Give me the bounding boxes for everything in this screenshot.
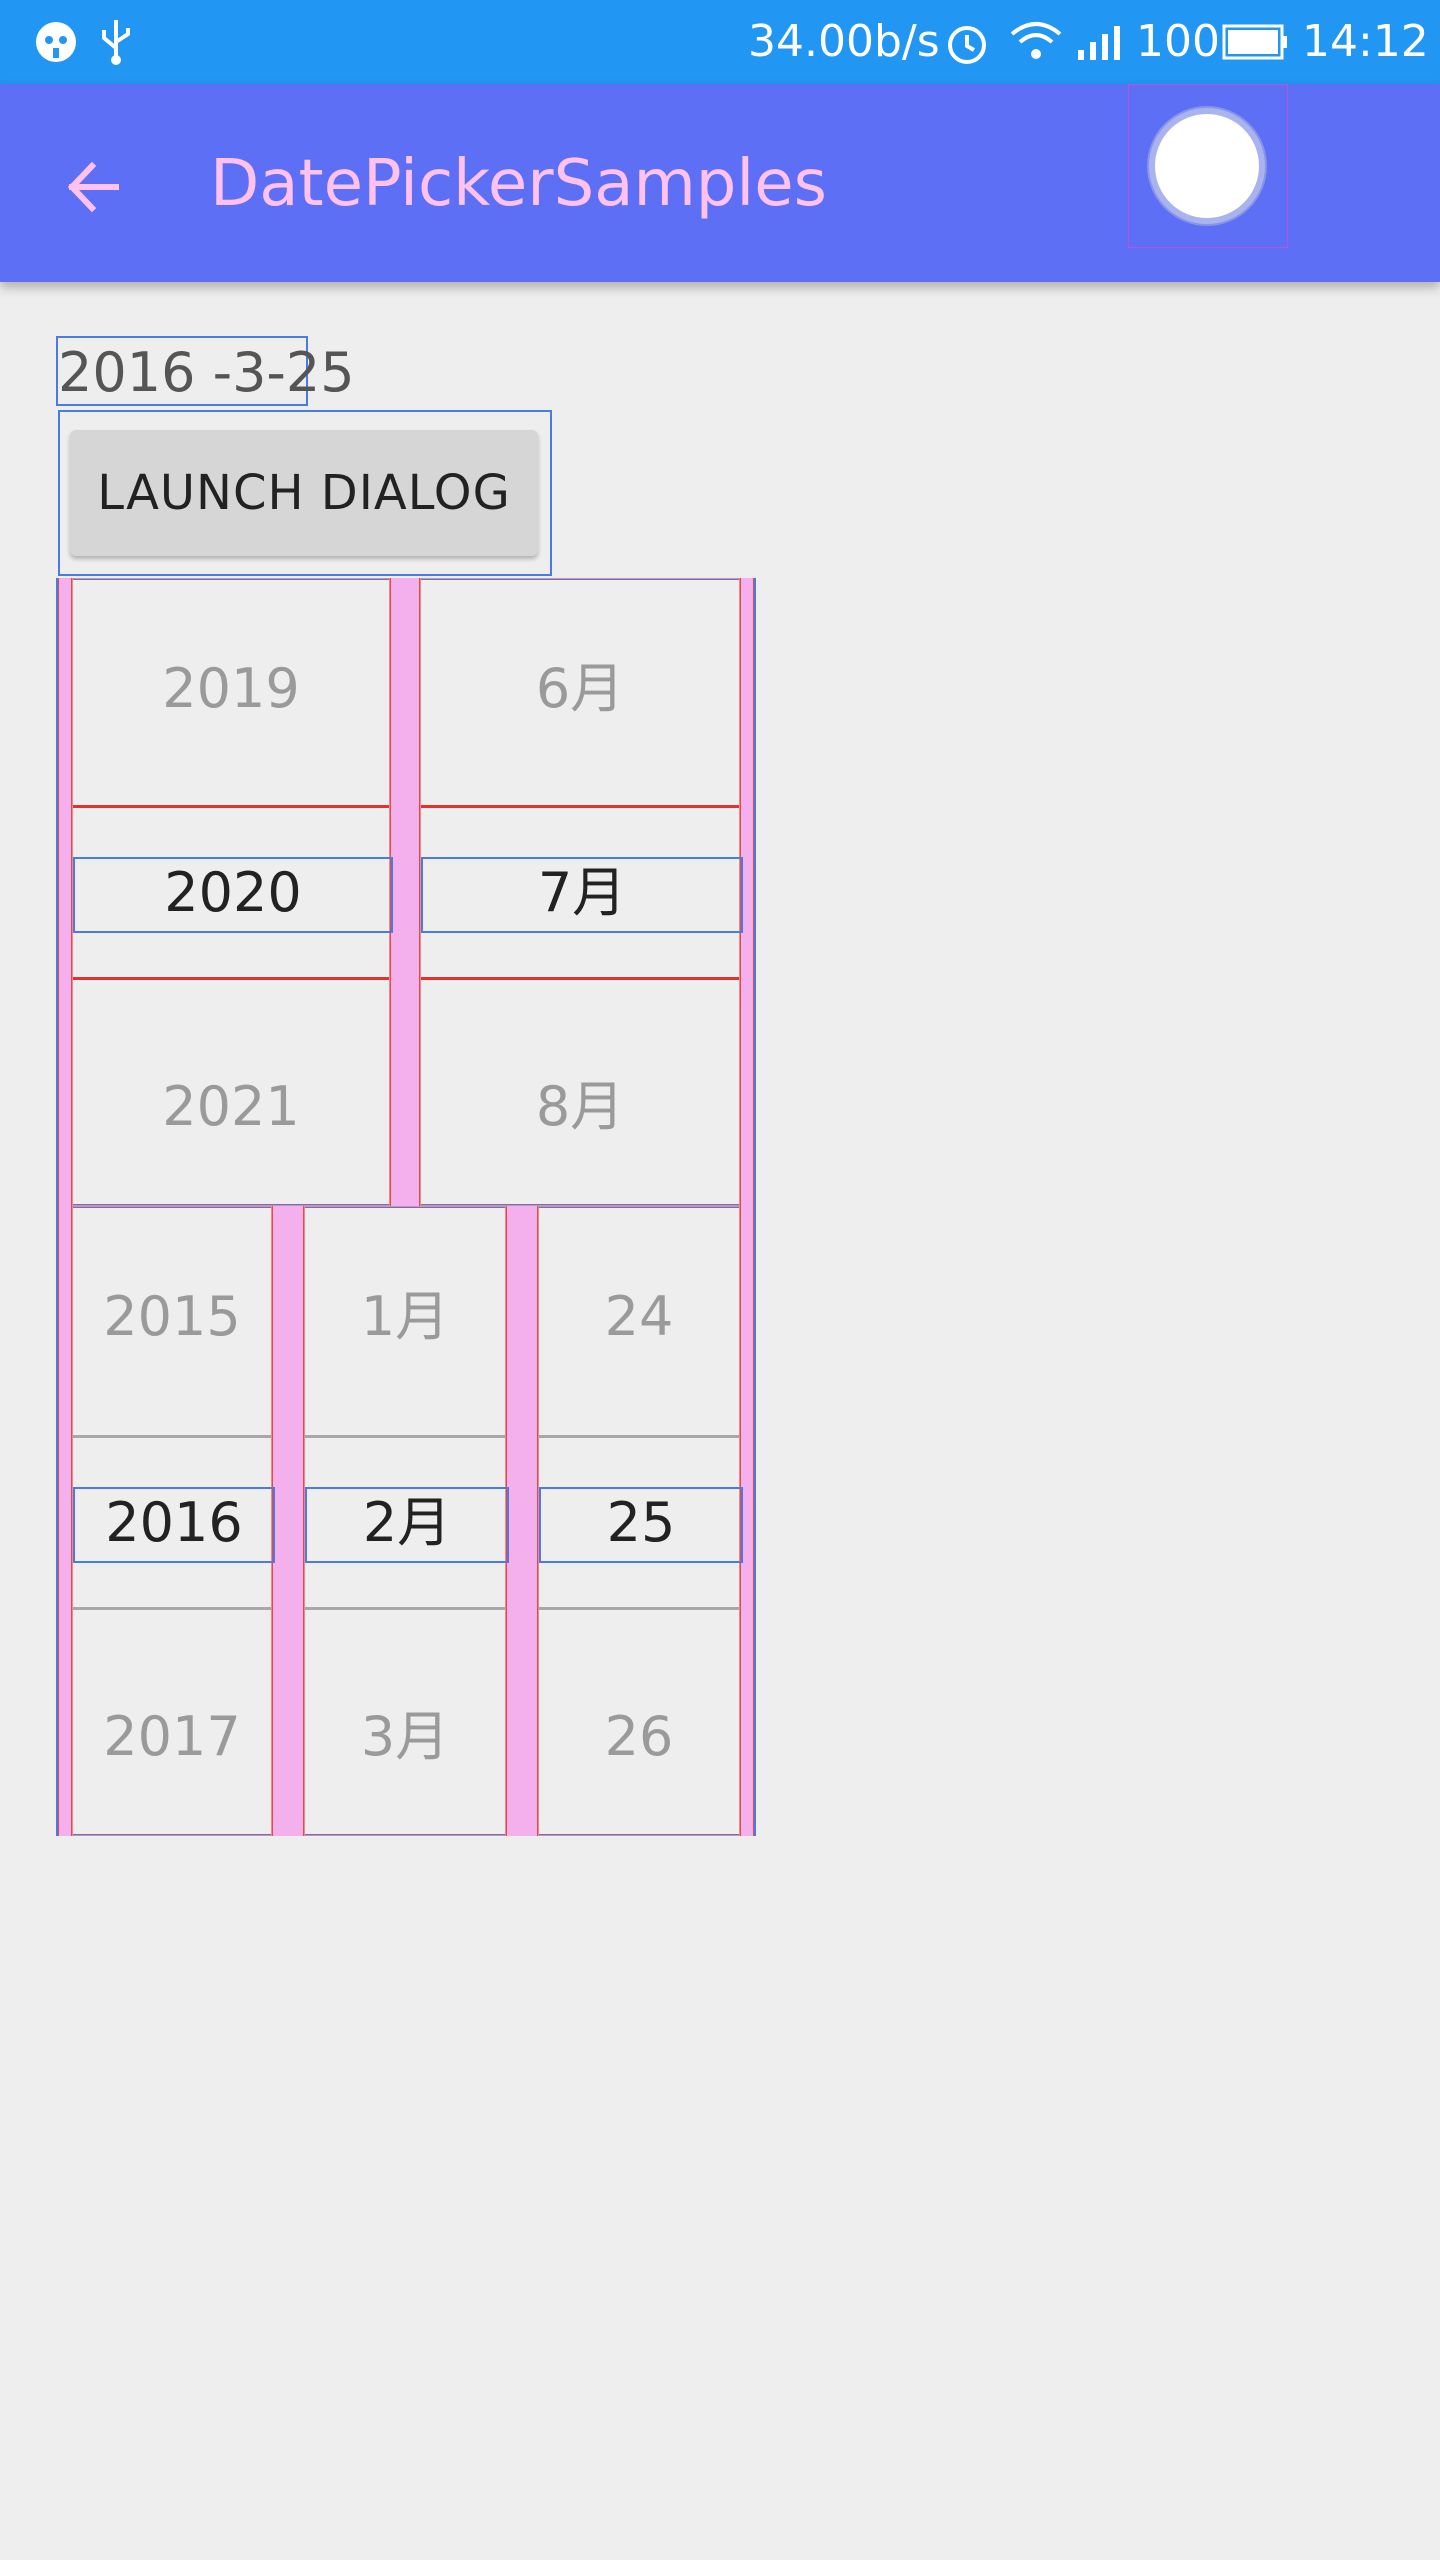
day-option[interactable]: 26	[539, 1697, 739, 1777]
picker-divider	[272, 1206, 304, 1836]
back-button[interactable]	[40, 134, 140, 234]
month-wheel[interactable]: 6月 7月 8月	[420, 578, 743, 1206]
usb-icon	[96, 18, 136, 66]
year-option[interactable]: 2015	[73, 1277, 271, 1357]
year-wheel[interactable]: 2019 2020 2021	[72, 578, 393, 1206]
selection-line	[73, 977, 389, 980]
selection-line	[73, 1435, 271, 1438]
selection-line	[421, 977, 739, 980]
month-option[interactable]: 8月	[421, 1067, 739, 1147]
battery-icon	[1222, 24, 1288, 60]
app-notification-icon	[34, 20, 78, 64]
selection-line	[539, 1435, 739, 1438]
launch-dialog-button[interactable]: LAUNCH DIALOG	[70, 430, 538, 556]
battery-level: 100	[1136, 16, 1220, 67]
selection-line	[305, 1607, 505, 1610]
picker-divider	[390, 578, 420, 1206]
profile-button[interactable]	[1128, 84, 1288, 248]
month-option[interactable]: 1月	[305, 1277, 505, 1357]
day-option[interactable]: 24	[539, 1277, 739, 1357]
selection-line	[73, 1607, 271, 1610]
selection-line	[539, 1607, 739, 1610]
wifi-icon	[1008, 20, 1064, 64]
year-selected[interactable]: 2016	[73, 1487, 275, 1563]
year-option[interactable]: 2021	[73, 1067, 389, 1147]
day-selected[interactable]: 25	[539, 1487, 743, 1563]
avatar	[1149, 108, 1265, 224]
month-selected[interactable]: 2月	[305, 1487, 509, 1563]
picker-divider	[58, 1206, 72, 1836]
selection-line	[305, 1435, 505, 1438]
network-speed: 34.00b/s	[748, 16, 940, 67]
selected-date-text: 2016 -3-25	[56, 336, 355, 406]
clock: 14:12	[1302, 16, 1429, 67]
year-option[interactable]: 2017	[73, 1697, 271, 1777]
day-wheel[interactable]: 24 25 26	[538, 1206, 743, 1836]
status-bar: 34.00b/s 100 14:12	[0, 0, 1440, 84]
month-selected[interactable]: 7月	[421, 857, 743, 933]
year-selected[interactable]: 2020	[73, 857, 393, 933]
month-option[interactable]: 6月	[421, 649, 739, 729]
selection-line	[421, 805, 739, 808]
year-wheel[interactable]: 2015 2016 2017	[72, 1206, 275, 1836]
app-toolbar: DatePickerSamples	[0, 84, 1440, 282]
selection-line	[73, 805, 389, 808]
alarm-icon	[944, 20, 990, 66]
toolbar-title: DatePickerSamples	[210, 147, 827, 221]
picker-divider	[506, 1206, 538, 1836]
month-option[interactable]: 3月	[305, 1697, 505, 1777]
picker-divider	[58, 578, 72, 1206]
year-option[interactable]: 2019	[73, 649, 389, 729]
signal-icon	[1076, 22, 1120, 62]
arrow-back-icon	[64, 158, 122, 220]
month-wheel[interactable]: 1月 2月 3月	[304, 1206, 509, 1836]
